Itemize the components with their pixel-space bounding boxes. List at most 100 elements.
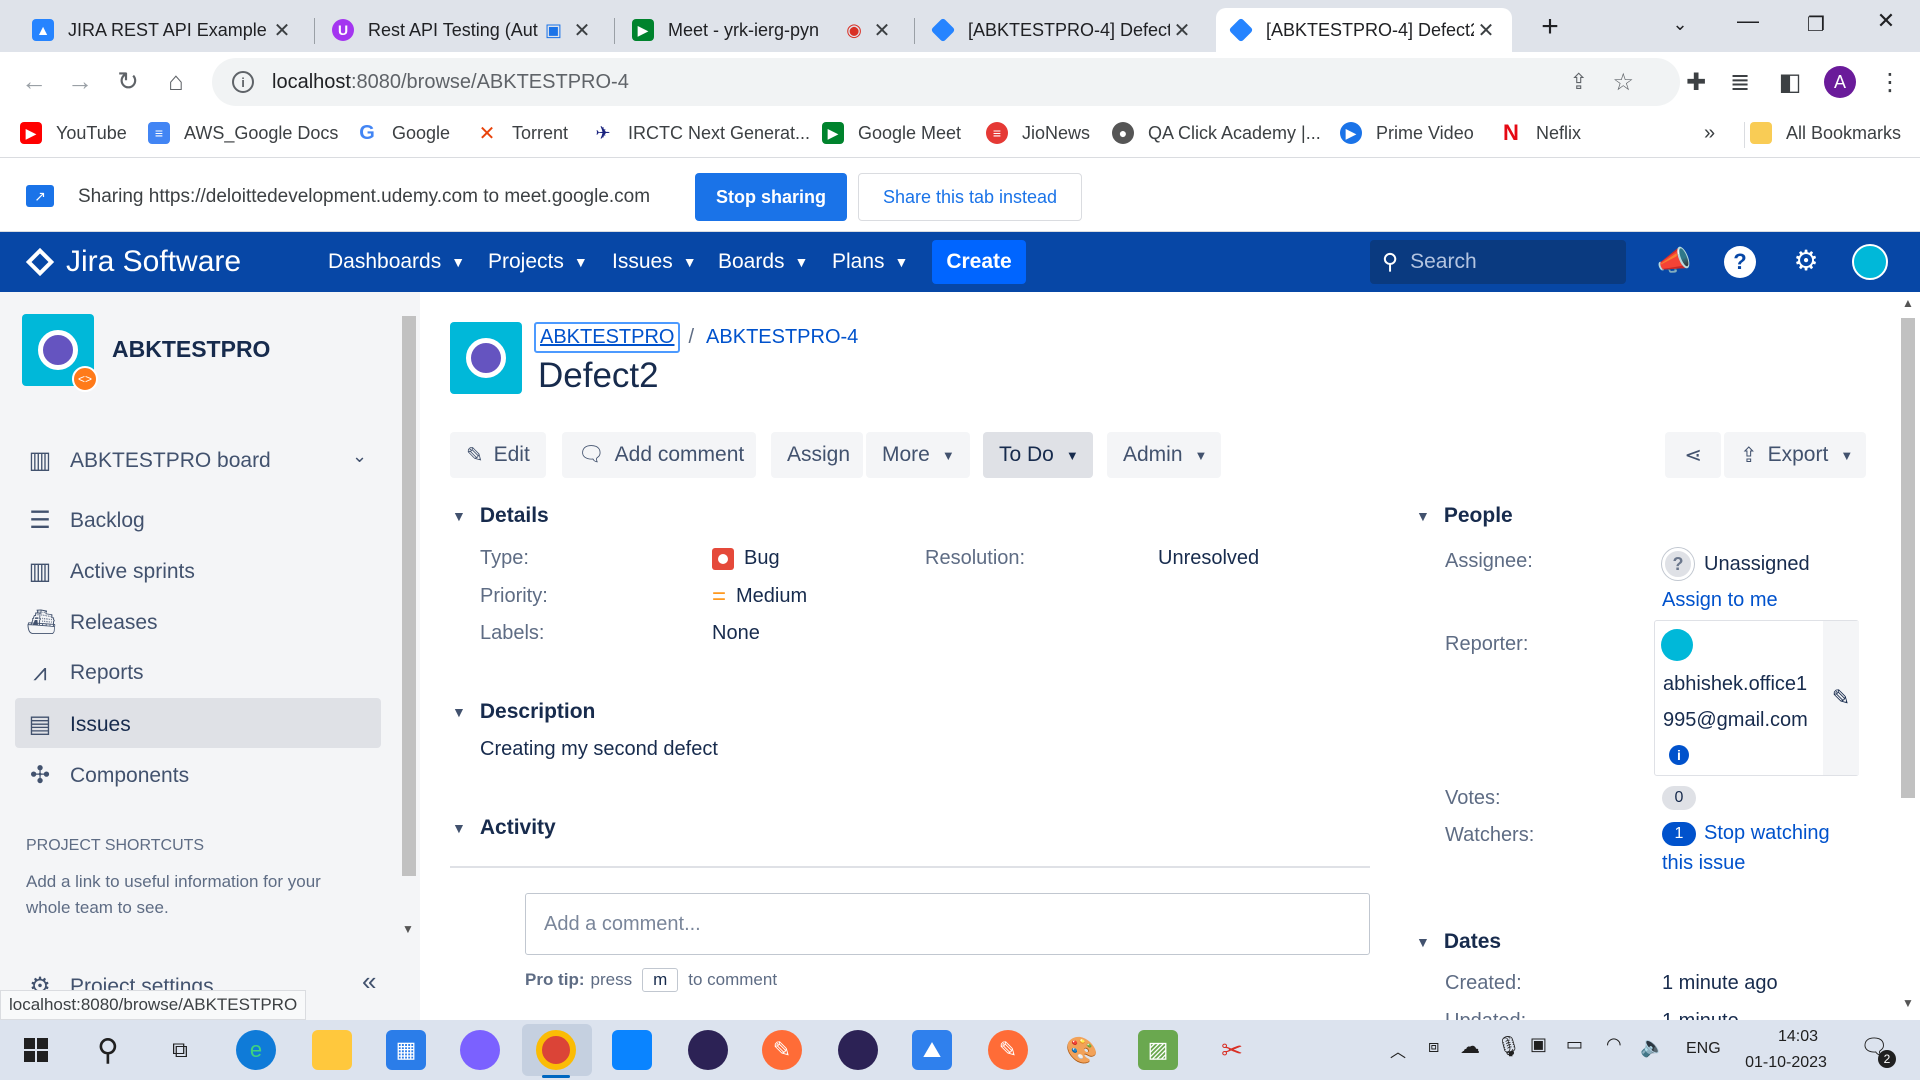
close-icon[interactable]: ✕ [270,18,294,43]
stop-watching-link-cont[interactable]: this issue [1662,852,1745,875]
remote-desktop-icon[interactable] [612,1030,652,1070]
tab-search-chevron-icon[interactable]: ⌄ [1660,14,1700,35]
clock-date[interactable]: 01-10-2023 [1730,1054,1842,1072]
paint-canvas-icon[interactable]: ▨ [1138,1030,1178,1070]
scroll-down-arrow-icon[interactable]: ▼ [1902,996,1914,1010]
back-arrow-icon[interactable]: ← [18,66,50,97]
new-tab-plus-icon[interactable]: + [1530,10,1570,44]
announcement-megaphone-icon[interactable]: 📣 [1656,244,1692,277]
close-icon[interactable]: ✕ [1170,18,1194,43]
nav-issues[interactable]: Issues ▼ [612,250,697,274]
jira-logo[interactable]: Jira Software [25,245,241,279]
close-icon[interactable]: ✕ [570,18,594,43]
sidebar-item-releases[interactable]: ⛴ Releases [26,608,158,637]
extensions-puzzle-icon[interactable]: ✚ [1680,68,1712,97]
sidebar-item-issues[interactable]: ▤ Issues [26,710,131,739]
browser-tab[interactable]: ▲ JIRA REST API Example A ✕ [18,8,308,52]
search-input[interactable]: ⚲ Search [1370,240,1626,284]
site-info-icon[interactable]: i [232,71,254,93]
browser-tab-active[interactable]: [ABKTESTPRO-4] Defect2 ✕ [1216,8,1512,52]
media-control-icon[interactable]: ≣ [1724,68,1756,97]
assign-to-me-link[interactable]: Assign to me [1662,589,1778,612]
language-indicator[interactable]: ENG [1686,1040,1721,1058]
microphone-icon[interactable]: 🎙 [1496,1034,1521,1059]
file-explorer-icon[interactable] [312,1030,352,1070]
clock-time[interactable]: 14:03 [1758,1028,1838,1046]
home-icon[interactable]: ⌂ [160,66,192,97]
restore-icon[interactable]: ❐ [1796,12,1836,37]
scrollbar-thumb[interactable] [402,316,416,876]
kebab-menu-icon[interactable]: ⋮ [1874,68,1906,97]
share-icon[interactable]: ⇪ [1570,69,1588,95]
dates-section-toggle[interactable]: ▼ Dates [1416,930,1501,954]
chevron-down-icon[interactable]: ⌄ [352,446,367,467]
details-section-toggle[interactable]: ▼ Details [452,504,549,528]
volume-icon[interactable]: 🔈 [1640,1034,1665,1059]
side-panel-icon[interactable]: ◧ [1774,68,1806,97]
sidebar-scrollbar[interactable]: ▼ [398,292,420,1020]
breadcrumb-issue-link[interactable]: ABKTESTPRO-4 [706,326,858,349]
bookmark-prime-video[interactable]: ▶ Prime Video [1340,122,1474,144]
copilot-icon[interactable] [460,1030,500,1070]
activity-section-toggle[interactable]: ▼ Activity [452,816,556,840]
window-close-icon[interactable]: ✕ [1866,8,1906,34]
nav-boards[interactable]: Boards ▼ [718,250,808,274]
bookmark-google[interactable]: G Google [356,122,450,144]
share-button[interactable]: ⋖ [1665,432,1721,478]
votes-count-badge[interactable]: 0 [1662,786,1696,810]
bookmark-aws-docs[interactable]: ≡ AWS_Google Docs [148,122,338,144]
close-icon[interactable]: ✕ [870,18,894,43]
tray-app-icon[interactable]: ▣ [1530,1034,1547,1055]
edge-browser-icon[interactable]: e [236,1030,276,1070]
snipping-tool-icon[interactable]: ✂ [1212,1030,1252,1070]
sidebar-item-components[interactable]: ✣ Components [26,761,189,790]
battery-icon[interactable]: ▭ [1566,1034,1583,1055]
add-comment-button[interactable]: 🗨 Add comment [562,432,756,478]
task-view-icon[interactable]: ⧉ [160,1030,200,1070]
sidebar-item-reports[interactable]: ⩘ Reports [26,659,143,687]
browser-tab[interactable]: ▶ Meet - yrk-ierg-pyn ◉ ✕ [618,8,908,52]
scroll-up-arrow-icon[interactable]: ▲ [1902,296,1914,310]
paint-icon[interactable]: 🎨 [1062,1030,1102,1070]
admin-button[interactable]: Admin ▼ [1107,432,1221,478]
project-name[interactable]: ABKTESTPRO [112,336,270,363]
assign-button[interactable]: Assign [771,432,863,478]
export-button[interactable]: ⇪ Export ▼ [1724,432,1866,478]
reporter-card[interactable]: abhishek.office1 995@gmail.com i ✎ [1654,620,1859,776]
issue-title[interactable]: Defect2 [538,356,659,396]
microsoft-store-icon[interactable]: ▦ [386,1030,426,1070]
main-scrollbar[interactable]: ▲ ▼ [1896,292,1920,1020]
breadcrumb-project-link[interactable]: ABKTESTPRO [534,322,681,353]
onedrive-cloud-icon[interactable]: ☁ [1460,1034,1480,1059]
bookmark-google-meet[interactable]: ▶ Google Meet [822,122,961,144]
sidebar-item-active-sprints[interactable]: ▥ Active sprints [26,557,195,586]
user-avatar[interactable] [1852,244,1888,280]
profile-avatar[interactable]: A [1824,66,1856,98]
search-icon[interactable]: ⚲ [88,1030,128,1070]
show-hidden-icons-chevron[interactable]: ︿ [1390,1038,1406,1062]
wifi-icon[interactable]: ◠ [1606,1034,1622,1055]
sidebar-item-backlog[interactable]: ☰ Backlog [26,506,144,535]
bookmark-all-bookmarks[interactable]: All Bookmarks [1750,122,1901,144]
stop-watching-link[interactable]: Stop watching [1704,822,1830,845]
bookmark-qa-click[interactable]: ● QA Click Academy |... [1112,122,1321,144]
collapse-sidebar-icon[interactable]: « [362,966,376,997]
description-text[interactable]: Creating my second defect [480,738,718,761]
browser-tab[interactable]: [ABKTESTPRO-4] Defect2 ✕ [918,8,1208,52]
info-icon[interactable]: i [1669,745,1689,765]
eclipse-icon[interactable] [688,1030,728,1070]
bookmark-jionews[interactable]: ≡ JioNews [986,122,1090,144]
comment-input[interactable]: Add a comment... [525,893,1370,955]
stop-sharing-button[interactable]: Stop sharing [695,173,847,221]
forward-arrow-icon[interactable]: → [64,66,96,97]
help-icon[interactable]: ? [1724,246,1756,278]
bookmark-torrent[interactable]: ✕ Torrent [476,122,568,145]
address-bar[interactable]: i localhost:8080/browse/ABKTESTPRO-4 ⇪ ☆ [212,58,1680,106]
nav-dashboards[interactable]: Dashboards ▼ [328,250,465,274]
status-todo-button[interactable]: To Do ▼ [983,432,1093,478]
create-button[interactable]: Create [932,240,1026,284]
share-this-tab-button[interactable]: Share this tab instead [858,173,1082,221]
close-icon[interactable]: ✕ [1474,18,1498,43]
photos-icon[interactable]: ⛰ [912,1030,952,1070]
bookmark-irctc[interactable]: ✈ IRCTC Next Generat... [592,122,810,144]
